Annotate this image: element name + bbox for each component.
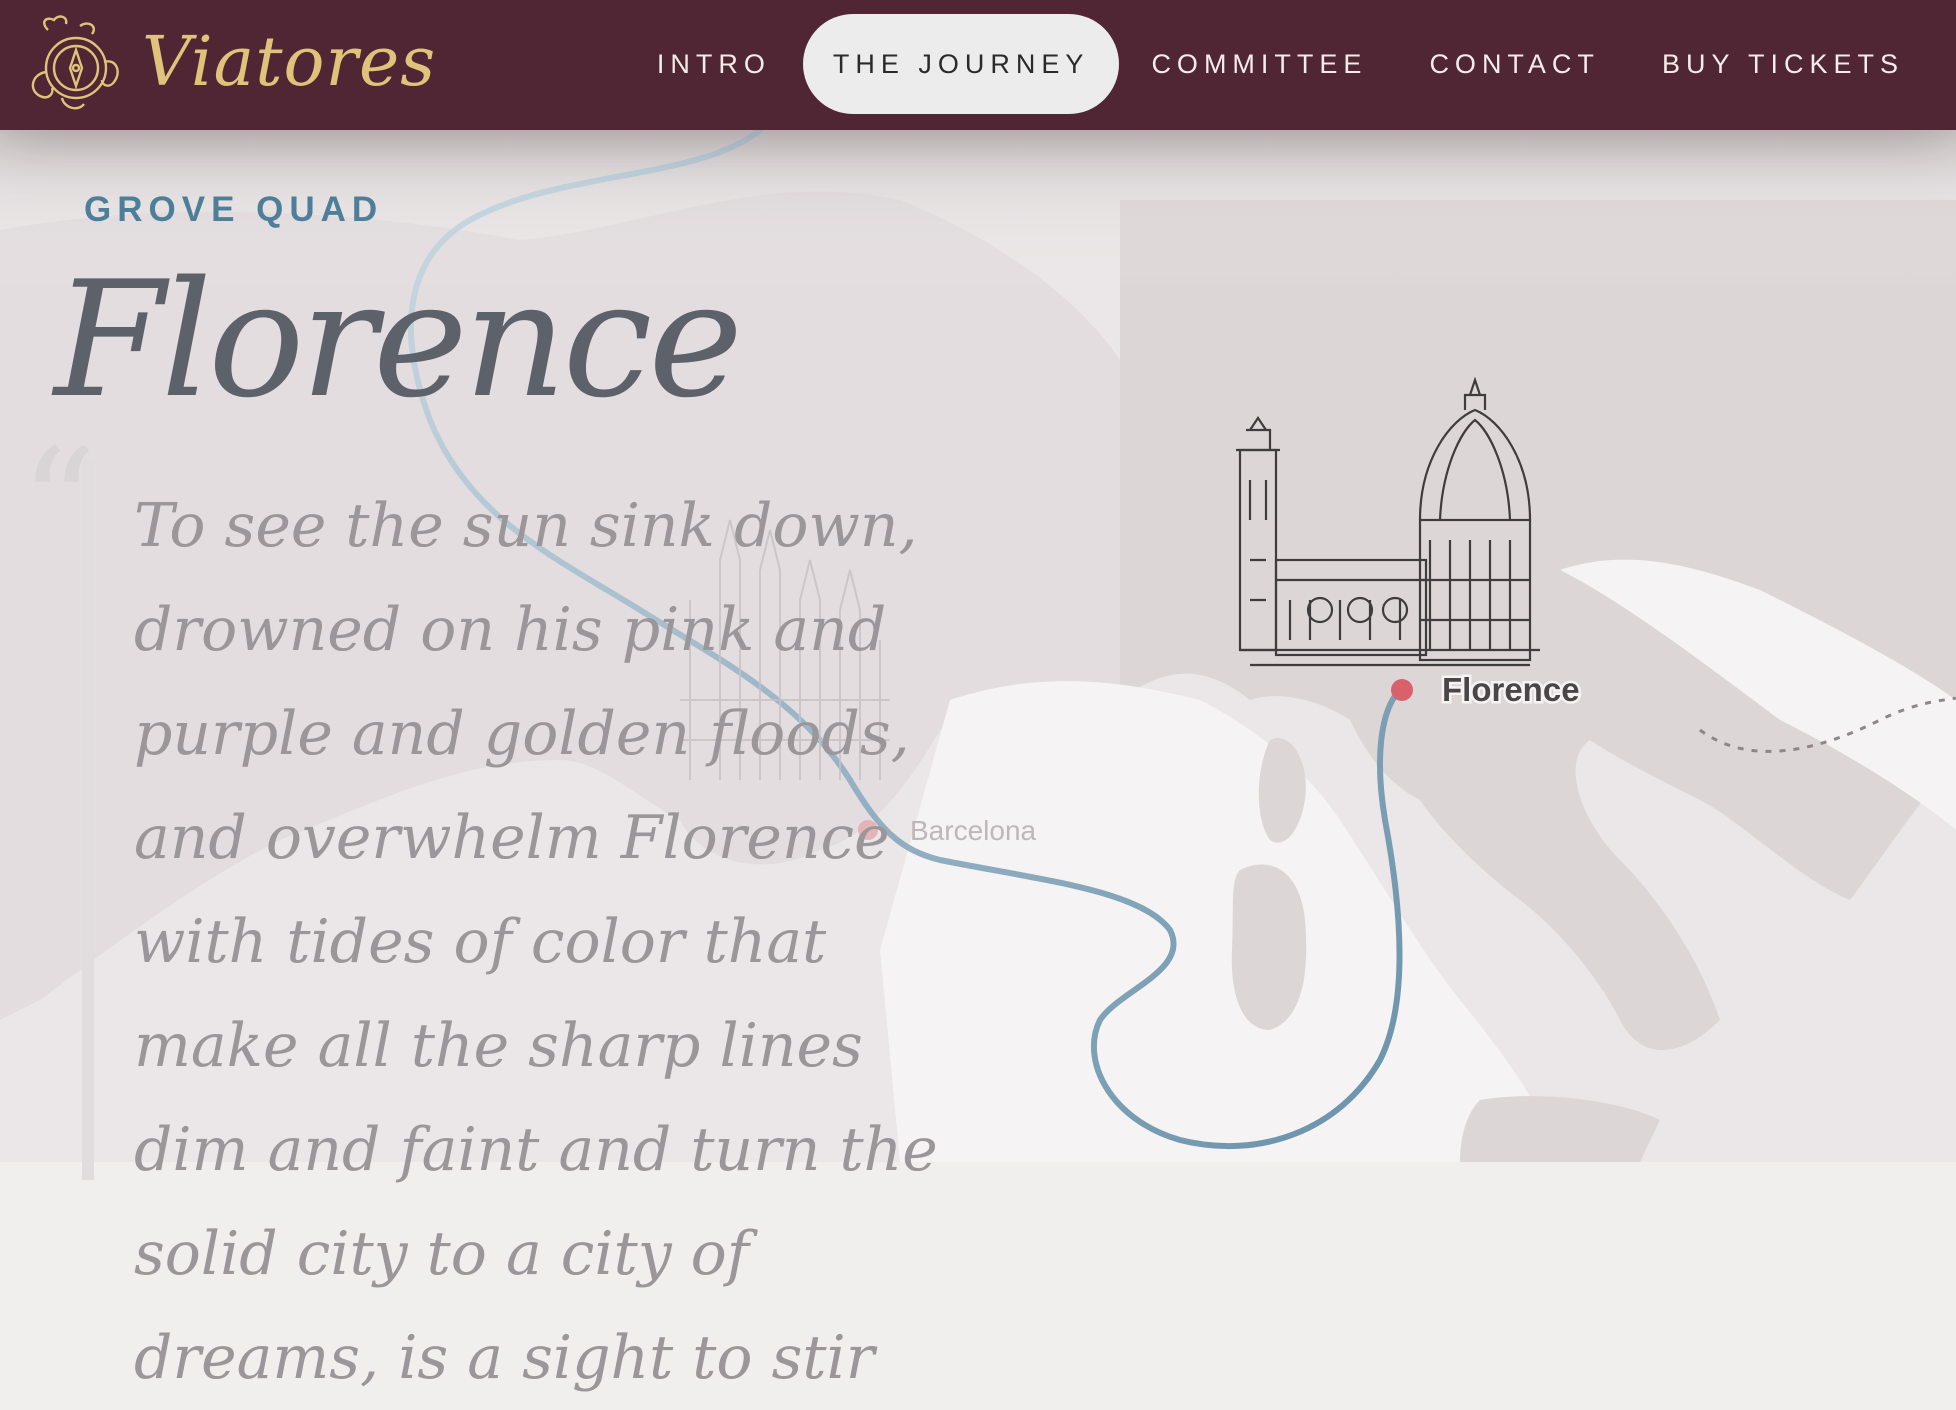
florence-label: Florence bbox=[1442, 671, 1580, 708]
nav-intro[interactable]: INTRO bbox=[627, 14, 801, 114]
nav-committee[interactable]: COMMITTEE bbox=[1121, 14, 1397, 114]
nav-buy-tickets[interactable]: BUY TICKETS bbox=[1632, 14, 1934, 114]
nav-contact[interactable]: CONTACT bbox=[1399, 14, 1630, 114]
brand-logotype[interactable]: Viatores bbox=[142, 18, 436, 108]
quote-rule bbox=[82, 460, 94, 1180]
florence-marker bbox=[1391, 679, 1413, 701]
site-header: Viatores INTRO THE JOURNEY COMMITTEE CON… bbox=[0, 0, 1956, 130]
blockquote-text: To see the sun sink down, drowned on his… bbox=[134, 491, 938, 1393]
nav-the-journey[interactable]: THE JOURNEY bbox=[802, 14, 1120, 114]
main-nav: INTRO THE JOURNEY COMMITTEE CONTACT BUY … bbox=[625, 14, 1934, 114]
page-title: Florence bbox=[54, 246, 743, 433]
compass-logo-icon[interactable] bbox=[18, 12, 128, 120]
island-sardinia bbox=[1231, 864, 1307, 1030]
venue-eyebrow: GROVE QUAD bbox=[84, 190, 384, 229]
